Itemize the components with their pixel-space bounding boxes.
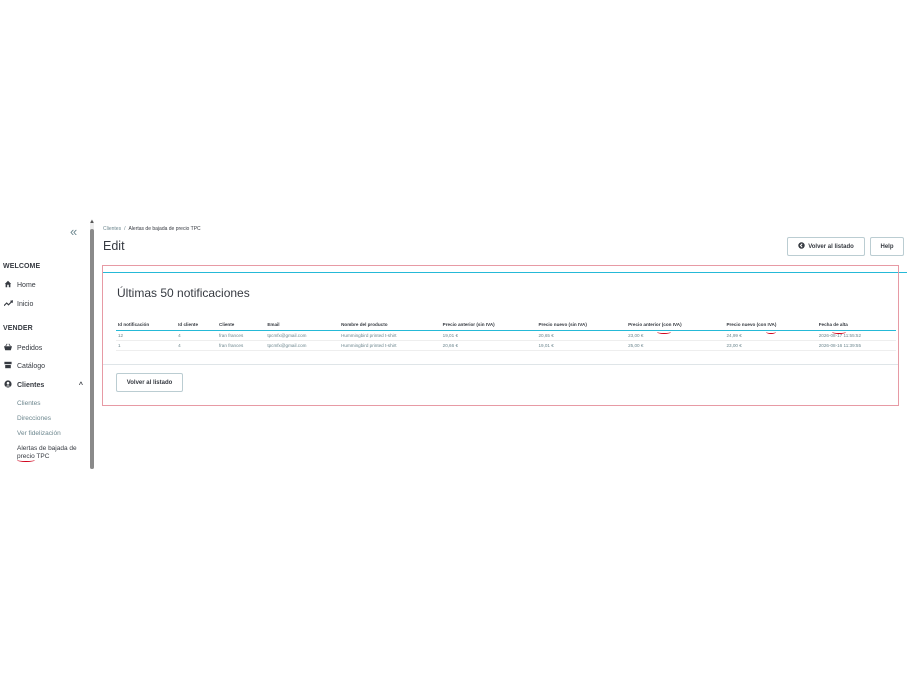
sidebar-item-label: Home xyxy=(17,281,36,289)
panel-back-button[interactable]: Volver al listado xyxy=(116,373,183,392)
sidebar-subitem-clientes[interactable]: Clientes xyxy=(17,400,85,408)
table-cell: 20,65 € xyxy=(536,330,627,341)
breadcrumb-separator: / xyxy=(124,226,126,232)
breadcrumb-parent[interactable]: Clientes xyxy=(103,226,121,232)
admin-app: « WELCOME Home Inicio VENDER Pedidos Cat… xyxy=(0,219,907,469)
sidebar-subitem-fidelizacion[interactable]: Ver fidelización xyxy=(17,430,85,438)
sidebar-item-label: Clientes xyxy=(17,381,45,389)
table-row: 12 4 fran frances tpcmfx@gmail.com Hummi… xyxy=(116,330,896,341)
table-cell: 2026-08-17 11:55:52 xyxy=(816,330,896,341)
arrow-circle-left-icon xyxy=(798,242,805,251)
sidebar-item-home[interactable]: Home xyxy=(3,280,87,290)
column-header[interactable]: Id notificación xyxy=(116,321,177,331)
column-header[interactable]: Fecha de alta xyxy=(816,321,896,331)
basket-icon xyxy=(3,343,13,353)
breadcrumb: Clientes / Alertas de bajada de precio TPC xyxy=(103,226,201,232)
table-cell: 23,00 € xyxy=(724,340,817,351)
notifications-panel: Últimas 50 notificaciones Id notificació… xyxy=(102,265,899,406)
column-header[interactable]: Precio anterior (sin IVA) xyxy=(440,321,537,331)
column-header[interactable]: Nombre del producto xyxy=(339,321,441,331)
table-cell: 25,00 € xyxy=(626,340,725,351)
table-cell: tpcmfx@gmail.com xyxy=(265,330,340,341)
annotation-mark xyxy=(766,330,776,334)
sidebar-item-inicio[interactable]: Inicio xyxy=(3,299,87,309)
table-cell: fran frances xyxy=(217,330,266,341)
column-header[interactable]: Id cliente xyxy=(176,321,217,331)
table-cell: 2026-08-16 11:39:55 xyxy=(816,340,896,351)
help-button[interactable]: Help xyxy=(870,237,904,256)
column-header[interactable]: Cliente xyxy=(217,321,266,331)
annotation-mark xyxy=(657,330,671,334)
help-button-label: Help xyxy=(880,243,894,250)
sidebar-item-catalogo[interactable]: Catálogo xyxy=(3,361,87,371)
annotation-mark xyxy=(17,458,35,462)
header-back-button-label: Volver al listado xyxy=(808,243,854,250)
table-cell: 23,00 € xyxy=(626,330,725,341)
table-cell: tpcmfx@gmail.com xyxy=(265,340,340,351)
account-circle-icon xyxy=(3,380,13,390)
notifications-table: Id notificación Id cliente Cliente Email… xyxy=(116,321,896,351)
sidebar-item-label: Catálogo xyxy=(17,362,46,370)
sidebar-item-label: Inicio xyxy=(17,300,34,308)
sidebar-scrollbar-thumb[interactable] xyxy=(90,229,94,469)
table-cell: Hummingbird printed t-shirt xyxy=(339,340,441,351)
breadcrumb-current: Alertas de bajada de precio TPC xyxy=(128,226,201,232)
table-cell: 12 xyxy=(116,330,177,341)
table-row: 1 4 fran frances tpcmfx@gmail.com Hummin… xyxy=(116,340,896,351)
sidebar: « WELCOME Home Inicio VENDER Pedidos Cat… xyxy=(0,221,88,469)
table-cell: 19,01 € xyxy=(440,330,537,341)
panel-footer-divider xyxy=(103,364,898,365)
panel-back-button-label: Volver al listado xyxy=(126,379,173,386)
header-back-button[interactable]: Volver al listado xyxy=(787,237,865,256)
column-header[interactable]: Precio anterior (con IVA) xyxy=(626,321,725,331)
table-cell: 19,01 € xyxy=(536,340,627,351)
sidebar-item-clientes[interactable]: Clientes ^ xyxy=(3,380,87,390)
scroll-up-arrow-icon[interactable]: ▲ xyxy=(89,219,95,225)
section-title-vender: VENDER xyxy=(3,325,33,332)
table-cell: 4 xyxy=(176,340,217,351)
column-header[interactable]: Precio nuevo (sin IVA) xyxy=(536,321,627,331)
table-cell: 1 xyxy=(116,340,177,351)
sidebar-subitem-direcciones[interactable]: Direcciones xyxy=(17,415,85,423)
table-cell: fran frances xyxy=(217,340,266,351)
annotation-mark xyxy=(832,330,846,334)
panel-title: Últimas 50 notificaciones xyxy=(117,286,250,300)
table-header-row: Id notificación Id cliente Cliente Email… xyxy=(116,321,896,331)
column-header[interactable]: Email xyxy=(265,321,340,331)
sidebar-item-label: Pedidos xyxy=(17,344,43,352)
table-cell: 4 xyxy=(176,330,217,341)
page-title: Edit xyxy=(103,239,125,253)
chevron-up-icon: ^ xyxy=(78,381,83,389)
collapse-sidebar-icon[interactable]: « xyxy=(70,224,77,239)
trending-icon xyxy=(3,299,13,309)
table-cell: 20,66 € xyxy=(440,340,537,351)
section-title-welcome: WELCOME xyxy=(3,263,41,270)
store-icon xyxy=(3,361,13,371)
sidebar-item-pedidos[interactable]: Pedidos xyxy=(3,343,87,353)
home-icon xyxy=(3,280,13,290)
table-cell: Hummingbird printed t-shirt xyxy=(339,330,441,341)
